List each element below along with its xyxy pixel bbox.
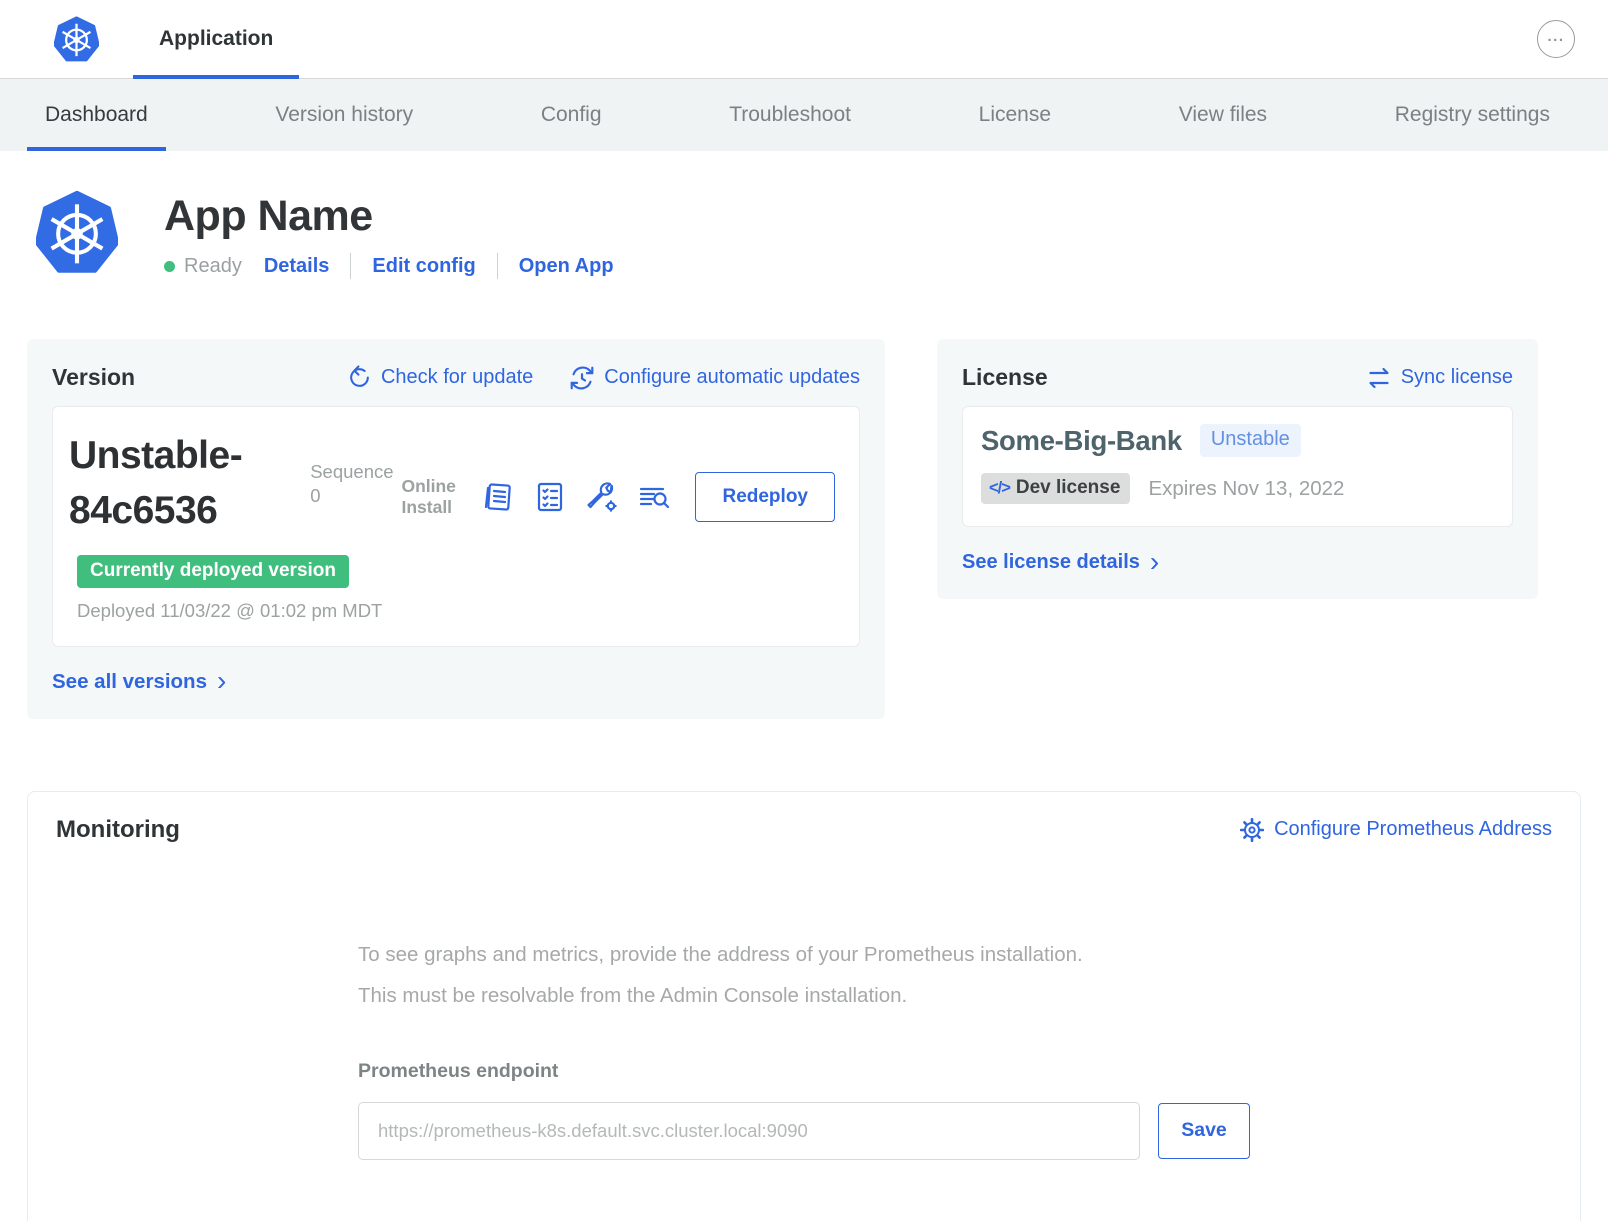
nav-tab-license[interactable]: License bbox=[961, 79, 1069, 151]
license-name: Some-Big-Bank bbox=[981, 425, 1182, 457]
sync-arrows-icon bbox=[1366, 365, 1392, 391]
edit-config-wrench-icon[interactable] bbox=[585, 480, 619, 514]
nav-tab-dashboard[interactable]: Dashboard bbox=[27, 79, 166, 151]
status-label: Ready bbox=[184, 255, 242, 278]
nav-tab-registry-settings[interactable]: Registry settings bbox=[1377, 79, 1568, 151]
monitoring-description-line2: This must be resolvable from the Admin C… bbox=[358, 975, 1250, 1016]
nav-tab-version-history[interactable]: Version history bbox=[257, 79, 431, 151]
view-diff-logs-icon[interactable] bbox=[637, 480, 671, 514]
current-version-card: Unstable-84c6536 Sequence 0 Online Insta… bbox=[52, 406, 860, 647]
chevron-right-icon: › bbox=[1150, 552, 1159, 572]
nav-tab-label: Version history bbox=[275, 103, 413, 127]
license-expiry: Expires Nov 13, 2022 bbox=[1148, 477, 1344, 501]
nav-tab-label: Registry settings bbox=[1395, 103, 1550, 127]
license-heading: License bbox=[962, 364, 1048, 391]
nav-tab-view-files[interactable]: View files bbox=[1161, 79, 1285, 151]
overflow-menu-button[interactable]: ... bbox=[1537, 20, 1575, 58]
see-license-details-label: See license details bbox=[962, 551, 1140, 574]
kubernetes-logo-icon bbox=[54, 16, 99, 63]
check-for-update-label: Check for update bbox=[381, 366, 533, 389]
license-type-label: Dev license bbox=[1016, 477, 1121, 499]
app-header: App Name Ready Details Edit config Open … bbox=[36, 190, 1581, 279]
ellipsis-icon: ... bbox=[1547, 29, 1564, 44]
nav-tab-label: License bbox=[979, 103, 1051, 127]
auto-update-clock-icon bbox=[569, 365, 595, 391]
configure-prometheus-link[interactable]: Configure Prometheus Address bbox=[1239, 817, 1552, 843]
refresh-icon bbox=[347, 365, 372, 390]
redeploy-button[interactable]: Redeploy bbox=[695, 472, 835, 522]
sync-license-label: Sync license bbox=[1401, 366, 1513, 389]
edit-config-link[interactable]: Edit config bbox=[372, 255, 475, 278]
nav-tab-config[interactable]: Config bbox=[523, 79, 620, 151]
license-panel: License Sync license Some-Big-Bank Unsta… bbox=[937, 339, 1538, 599]
application-tab[interactable]: Application bbox=[133, 0, 299, 78]
release-notes-icon[interactable] bbox=[481, 480, 515, 514]
deployed-timestamp: Deployed 11/03/22 @ 01:02 pm MDT bbox=[77, 599, 397, 622]
chevron-right-icon: › bbox=[217, 671, 226, 691]
version-heading: Version bbox=[52, 364, 135, 391]
page-title: App Name bbox=[164, 192, 614, 241]
application-tab-label: Application bbox=[159, 27, 273, 51]
configure-prometheus-label: Configure Prometheus Address bbox=[1274, 818, 1552, 841]
check-for-update-link[interactable]: Check for update bbox=[347, 365, 533, 390]
gear-icon bbox=[1239, 817, 1265, 843]
divider bbox=[350, 253, 351, 279]
nav-tab-label: Dashboard bbox=[45, 103, 148, 127]
see-all-versions-label: See all versions bbox=[52, 670, 207, 694]
monitoring-description-line1: To see graphs and metrics, provide the a… bbox=[358, 934, 1250, 975]
sequence-label: Sequence 0 bbox=[310, 460, 401, 539]
currently-deployed-badge: Currently deployed version bbox=[77, 555, 349, 588]
nav-tab-troubleshoot[interactable]: Troubleshoot bbox=[711, 79, 869, 151]
install-type-label: Online Install bbox=[401, 476, 463, 520]
configure-automatic-updates-link[interactable]: Configure automatic updates bbox=[569, 365, 860, 391]
version-label: Unstable-84c6536 bbox=[69, 428, 286, 539]
app-kubernetes-logo-icon bbox=[36, 190, 118, 276]
nav-tab-label: Troubleshoot bbox=[729, 103, 851, 127]
channel-badge: Unstable bbox=[1200, 424, 1301, 457]
nav-tab-label: View files bbox=[1179, 103, 1267, 127]
license-type-badge: </> Dev license bbox=[981, 473, 1130, 504]
preflight-checks-icon[interactable] bbox=[533, 480, 567, 514]
top-bar: Application ... bbox=[0, 0, 1608, 79]
details-link[interactable]: Details bbox=[264, 255, 330, 278]
see-all-versions-link[interactable]: See all versions › bbox=[52, 670, 860, 694]
open-app-link[interactable]: Open App bbox=[519, 255, 614, 278]
prometheus-endpoint-input[interactable] bbox=[358, 1102, 1140, 1160]
monitoring-heading: Monitoring bbox=[56, 816, 180, 844]
prometheus-endpoint-label: Prometheus endpoint bbox=[358, 1060, 1250, 1083]
nav-tab-label: Config bbox=[541, 103, 602, 127]
monitoring-section: Monitoring Configure Prometheus Address … bbox=[27, 791, 1581, 1221]
save-button[interactable]: Save bbox=[1158, 1103, 1250, 1159]
version-panel: Version Check for update bbox=[27, 339, 885, 719]
divider bbox=[497, 253, 498, 279]
code-icon: </> bbox=[989, 479, 1010, 498]
app-status-row: Ready Details Edit config Open App bbox=[164, 253, 614, 279]
sync-license-link[interactable]: Sync license bbox=[1366, 365, 1513, 391]
configure-automatic-updates-label: Configure automatic updates bbox=[604, 366, 860, 389]
license-card: Some-Big-Bank Unstable </> Dev license E… bbox=[962, 406, 1513, 527]
see-license-details-link[interactable]: See license details › bbox=[962, 551, 1513, 574]
status-ready-dot bbox=[164, 261, 175, 272]
app-navbar: Dashboard Version history Config Trouble… bbox=[0, 79, 1608, 151]
